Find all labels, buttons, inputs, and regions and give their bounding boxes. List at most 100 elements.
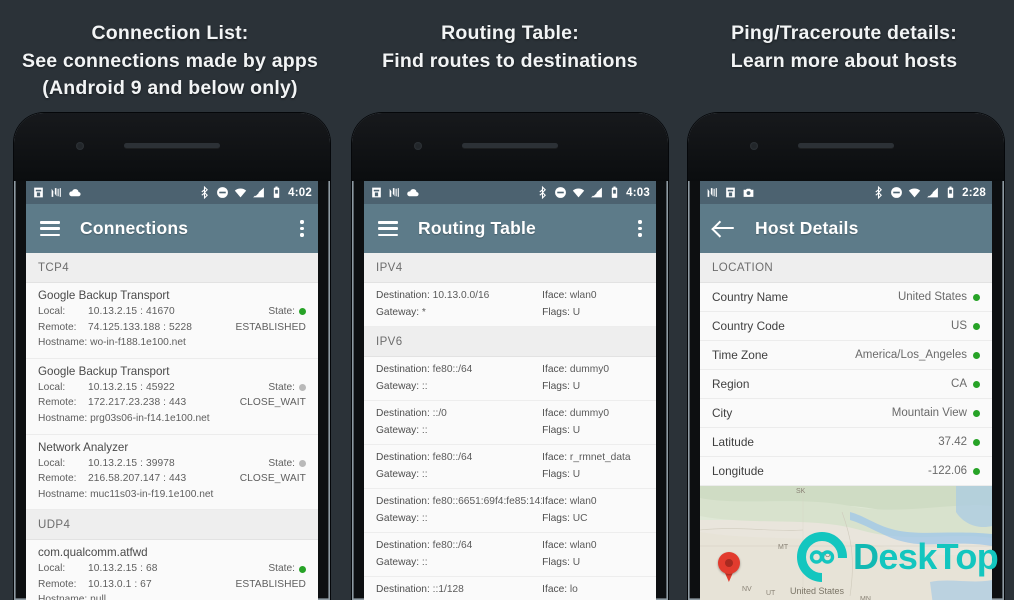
- status-bar-clock: 2:28: [962, 186, 986, 199]
- status-bar-clock: 4:03: [626, 186, 650, 199]
- connection-app-name: com.qualcomm.atfwd: [38, 546, 148, 560]
- state-label: State:: [268, 563, 295, 575]
- caption-routing-table: Routing Table: Find routes to destinatio…: [340, 20, 680, 75]
- table-row[interactable]: City Mountain View: [700, 399, 992, 428]
- detail-value: Mountain View: [891, 407, 967, 419]
- flags-value: U: [572, 424, 581, 436]
- flags-label: Flags:: [542, 512, 570, 524]
- detail-value: CA: [951, 378, 967, 390]
- phone-connections: 4:02 Connections TCP4 Google Backup Tran…: [14, 113, 330, 600]
- table-row[interactable]: Destination: fe80::/64 Gateway: :: Iface…: [364, 533, 656, 578]
- gateway-value: ::: [421, 380, 428, 392]
- table-row[interactable]: Latitude 37.42: [700, 428, 992, 457]
- wifi-icon: [572, 186, 585, 199]
- connection-state: ESTABLISHED: [235, 578, 306, 590]
- connection-state: ESTABLISHED: [235, 321, 306, 333]
- kebab-icon[interactable]: [300, 220, 304, 237]
- table-row[interactable]: Destination: ::/0 Gateway: :: Iface: dum…: [364, 401, 656, 446]
- table-row[interactable]: Destination: fe80::/64 Gateway: :: Iface…: [364, 445, 656, 490]
- destination-label: Destination:: [376, 364, 430, 376]
- do-not-disturb-icon: [890, 186, 903, 199]
- table-row[interactable]: Destination: fe80::6651:69f4:fe85:1418/1…: [364, 489, 656, 534]
- remote-address: 10.13.0.1 : 67: [88, 578, 152, 590]
- detail-value: 37.42: [938, 436, 967, 448]
- caption-line: Connection List:: [91, 22, 249, 44]
- section-header-tcp4: TCP4: [26, 253, 318, 283]
- iface-label: Iface:: [542, 290, 568, 301]
- map-location-pin[interactable]: [718, 552, 740, 582]
- iface-value: wlan0: [569, 540, 597, 552]
- earpiece-speaker: [462, 143, 558, 148]
- hostname-label: Hostname:: [38, 412, 88, 424]
- infinity-logo-icon: [797, 532, 847, 582]
- local-address: 10.13.2.15 : 41670: [88, 306, 175, 317]
- status-badge: [973, 293, 980, 301]
- flags-value: U: [572, 468, 581, 480]
- phone-screen: 4:03 Routing Table IPV4 Destination: 10.…: [364, 181, 656, 600]
- detail-label: Region: [712, 377, 750, 391]
- iface-label: Iface:: [542, 584, 568, 596]
- phone-routing-table: 4:03 Routing Table IPV4 Destination: 10.…: [352, 113, 668, 600]
- table-row[interactable]: Destination: 10.13.0.0/16 Gateway: * Ifa…: [364, 283, 656, 328]
- routing-table-list[interactable]: IPV4 Destination: 10.13.0.0/16 Gateway: …: [364, 253, 656, 600]
- table-row[interactable]: Country Name United States: [700, 283, 992, 312]
- list-item[interactable]: com.qualcomm.atfwd Local: 10.13.2.15 : 68…: [26, 540, 318, 600]
- gateway-label: Gateway:: [376, 424, 420, 436]
- iface-label: Iface:: [542, 496, 568, 508]
- list-item[interactable]: Network Analyzer Local: 10.13.2.15 : 3997…: [26, 435, 318, 511]
- remote-label: Remote:: [38, 473, 77, 485]
- kebab-icon[interactable]: [638, 220, 642, 237]
- list-item[interactable]: Google Backup Transport Local: 10.13.2.15…: [26, 283, 318, 359]
- flags-value: U: [572, 556, 581, 568]
- watermark-text-b: eskTop: [878, 536, 999, 577]
- table-row[interactable]: Destination: fe80::/64 Gateway: :: Iface…: [364, 357, 656, 402]
- gateway-value: *: [421, 306, 426, 318]
- app-bar: Host Details: [700, 204, 992, 253]
- destination-value: fe80::/64: [432, 540, 473, 552]
- hamburger-icon[interactable]: [378, 221, 398, 236]
- gateway-label: Gateway:: [376, 380, 420, 392]
- detail-label: Longitude: [712, 464, 764, 478]
- table-row[interactable]: Region CA: [700, 370, 992, 399]
- battery-icon: [270, 186, 283, 199]
- battery-icon: [944, 186, 957, 199]
- phone-screen: 4:02 Connections TCP4 Google Backup Tran…: [26, 181, 318, 600]
- status-badge: [298, 308, 306, 316]
- gateway-label: Gateway:: [376, 468, 420, 480]
- promo-screenshot: Connection List: See connections made by…: [0, 0, 1014, 600]
- flags-label: Flags:: [542, 468, 570, 480]
- iface-label: Iface:: [542, 364, 568, 376]
- map-label: MN: [860, 596, 871, 600]
- destination-value: fe80::/64: [432, 452, 473, 464]
- iface-label: Iface:: [542, 408, 568, 420]
- hamburger-icon[interactable]: [40, 221, 60, 236]
- local-label: Local:: [38, 306, 66, 317]
- table-row[interactable]: Destination: ::1/128 Gateway: :: Iface: …: [364, 577, 656, 600]
- wifi-icon: [234, 186, 247, 199]
- watermark-logo: DeskTop: [797, 532, 999, 582]
- back-arrow-icon[interactable]: [714, 220, 735, 237]
- front-camera-icon: [76, 142, 84, 150]
- table-row[interactable]: Country Code US: [700, 312, 992, 341]
- hostname-value: null: [90, 594, 106, 600]
- table-row[interactable]: Time Zone America/Los_Angeles: [700, 341, 992, 370]
- detail-value: United States: [897, 291, 967, 303]
- app-bar-title: Routing Table: [418, 218, 536, 238]
- table-row[interactable]: Longitude -122.06: [700, 457, 992, 486]
- remote-label: Remote:: [38, 397, 77, 409]
- wifi-icon: [908, 186, 921, 199]
- iface-value: r_rmnet_data: [569, 452, 631, 464]
- app-bar-title: Host Details: [755, 218, 859, 238]
- status-bar-right: 2:28: [872, 186, 986, 199]
- connection-list[interactable]: TCP4 Google Backup Transport Local: 10.13…: [26, 253, 318, 600]
- flags-label: Flags:: [542, 556, 570, 568]
- flags-value: U: [572, 306, 581, 318]
- caption-line: (Android 9 and below only): [42, 77, 298, 100]
- list-item[interactable]: Google Backup Transport Local: 10.13.2.15…: [26, 359, 318, 435]
- local-label: Local:: [38, 457, 66, 469]
- iface-label: Iface:: [542, 452, 568, 464]
- hostname-value: prg03s06-in-f14.1e100.net: [90, 412, 210, 424]
- bluetooth-icon: [536, 186, 549, 199]
- connection-state: CLOSE_WAIT: [239, 397, 306, 409]
- detail-label: Latitude: [712, 435, 754, 449]
